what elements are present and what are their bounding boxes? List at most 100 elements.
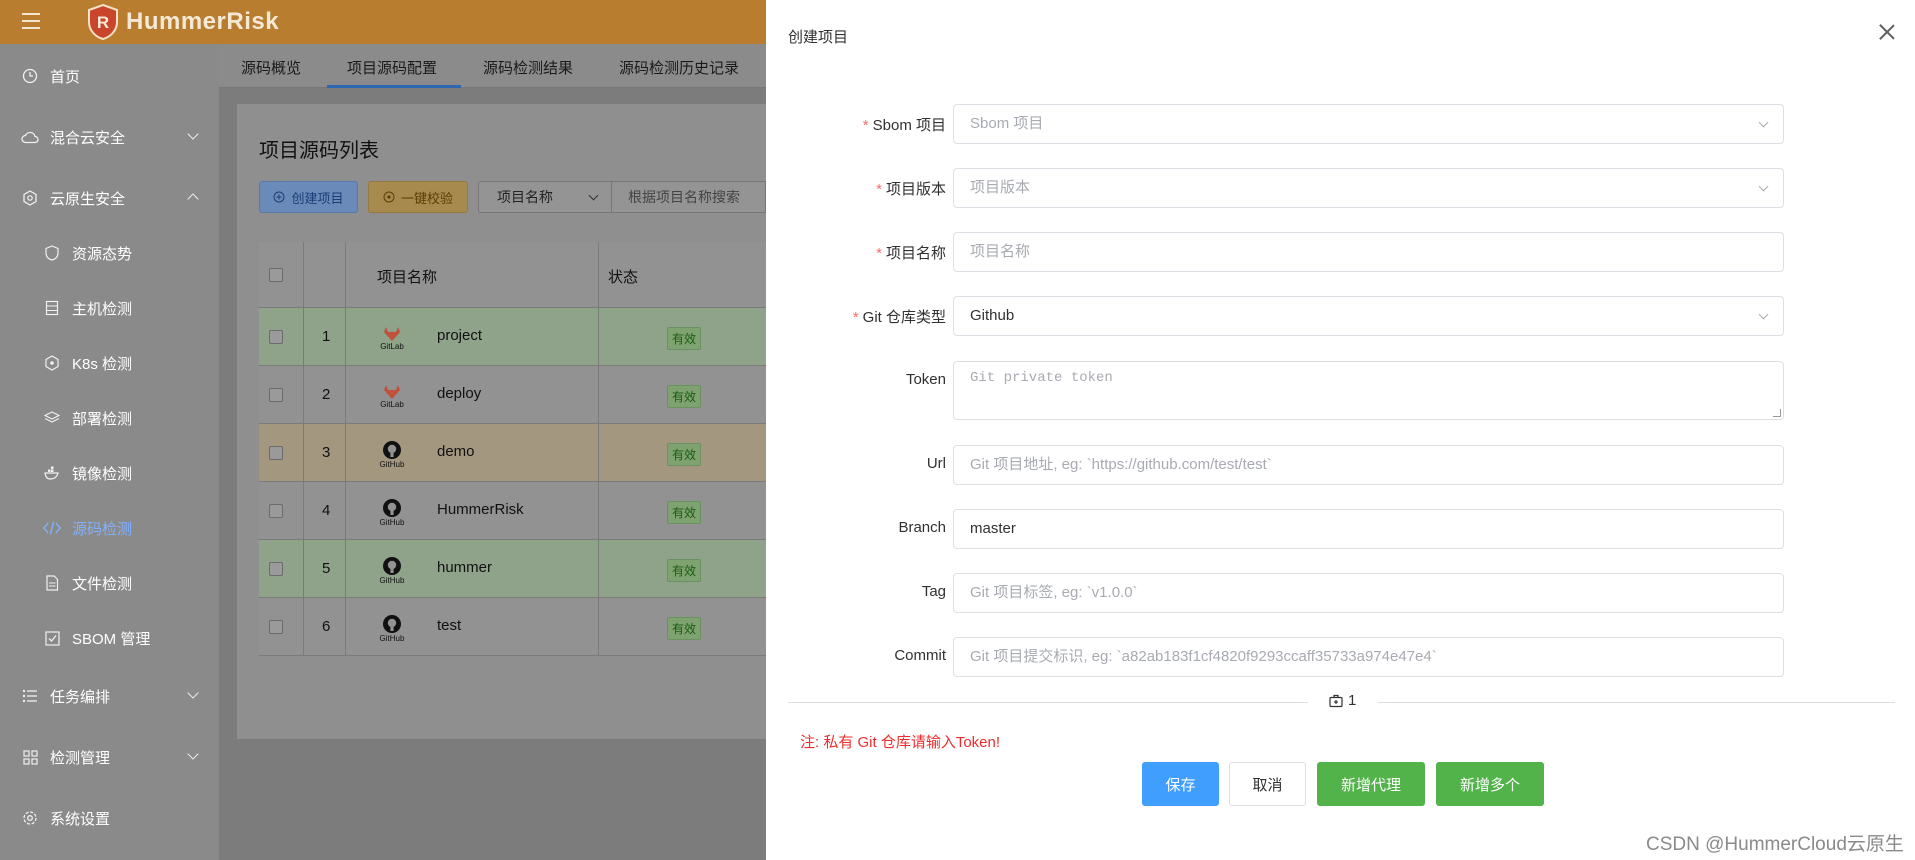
github-icon: GitHub: [376, 612, 408, 644]
sidebar-item-system-settings[interactable]: 系统设置: [0, 798, 219, 838]
tab-source-check-history[interactable]: 源码检测历史记录: [619, 57, 739, 78]
cancel-button[interactable]: 取消: [1229, 762, 1306, 806]
sidebar-item-hybrid-cloud[interactable]: 混合云安全: [0, 117, 219, 157]
sidebar-item-sbom[interactable]: SBOM 管理: [0, 618, 219, 658]
token-textarea[interactable]: Git private token: [953, 361, 1784, 420]
create-project-label: 创建项目: [291, 190, 344, 206]
tab-source-check-results[interactable]: 源码检测结果: [483, 57, 573, 78]
sidebar-item-file-check[interactable]: 文件检测: [0, 563, 219, 603]
row-checkbox[interactable]: [269, 388, 283, 402]
sidebar-item-source-check[interactable]: 源码检测: [0, 508, 219, 548]
sidebar-item-image-check[interactable]: 镜像检测: [0, 453, 219, 493]
table-row[interactable]: 6 GitHub test 有效: [259, 598, 766, 656]
row-index: 4: [322, 502, 331, 519]
column-divider: [303, 242, 304, 656]
row-project-name[interactable]: demo: [437, 443, 475, 460]
sidebar-item-cloud-native[interactable]: 云原生安全: [0, 178, 219, 218]
row-project-name[interactable]: HummerRisk: [437, 501, 524, 518]
tab-source-overview[interactable]: 源码概览: [241, 57, 301, 78]
github-icon: GitHub: [376, 496, 408, 528]
app-logo[interactable]: R HummerRisk: [86, 3, 279, 41]
row-checkbox[interactable]: [269, 446, 283, 460]
sidebar-item-task-orchestration[interactable]: 任务编排: [0, 676, 219, 716]
create-project-drawer: 创建项目 * Sbom 项目 Sbom 项目 * 项目版本 项目版本 * 项目名称 项…: [766, 0, 1915, 860]
chevron-down-icon: [1758, 117, 1769, 128]
status-badge: 有效: [667, 501, 702, 524]
sidebar-item-label: 云原生安全: [50, 190, 126, 208]
status-badge: 有效: [667, 327, 702, 350]
row-project-name[interactable]: hummer: [437, 559, 492, 576]
code-icon: [42, 518, 62, 538]
chevron-down-icon: [187, 128, 199, 140]
k8s-icon: [42, 353, 62, 373]
sidebar-item-k8s-check[interactable]: K8s 检测: [0, 343, 219, 383]
row-checkbox[interactable]: [269, 504, 283, 518]
close-icon[interactable]: [1876, 22, 1898, 44]
add-proxy-button[interactable]: 新增代理: [1317, 762, 1425, 806]
add-multiple-button[interactable]: 新增多个: [1436, 762, 1544, 806]
table-row[interactable]: 2 GitLab deploy 有效: [259, 366, 766, 424]
column-header-name: 项目名称: [377, 269, 438, 286]
row-project-name[interactable]: project: [437, 327, 482, 344]
create-project-button[interactable]: 创建项目: [259, 181, 358, 213]
project-version-label-text: 项目版本: [885, 181, 946, 198]
table-row[interactable]: 5 GitHub hummer 有效: [259, 540, 766, 598]
menu-toggle-icon[interactable]: [22, 13, 40, 29]
server-icon: [42, 298, 62, 318]
resize-handle-icon[interactable]: [1773, 409, 1781, 417]
filter-field-select[interactable]: 项目名称: [478, 181, 612, 213]
commit-input[interactable]: Git 项目提交标识, eg: `a82ab183f1cf4820f9293cc…: [953, 637, 1784, 677]
tab-project-source-config[interactable]: 项目源码配置: [347, 57, 437, 78]
project-name-label: * 项目名称: [766, 242, 946, 263]
row-source-label: GitLab: [380, 341, 404, 351]
sidebar-item-resource-posture[interactable]: 资源态势: [0, 233, 219, 273]
project-name-label-text: 项目名称: [885, 245, 946, 262]
sidebar-item-home[interactable]: 首页: [0, 56, 219, 96]
sbom-project-placeholder: Sbom 项目: [970, 115, 1044, 132]
private-repo-note: 注: 私有 Git 仓库请输入Token!: [800, 734, 1001, 751]
project-search-input[interactable]: 根据项目名称搜索: [612, 181, 766, 213]
sidebar-item-detection-management[interactable]: 检测管理: [0, 737, 219, 777]
list-icon: [20, 686, 40, 706]
row-index: 6: [322, 618, 331, 635]
table-row[interactable]: 3 GitHub demo 有效: [259, 424, 766, 482]
proxy-count-value: 1: [1348, 692, 1357, 709]
branch-value: master: [970, 520, 1016, 537]
row-project-name[interactable]: deploy: [437, 385, 481, 402]
table-row[interactable]: 4 GitHub HummerRisk 有效: [259, 482, 766, 540]
table-row[interactable]: 1 GitLab project 有效: [259, 308, 766, 366]
column-header-status[interactable]: 状态: [608, 266, 638, 287]
commit-placeholder: Git 项目提交标识, eg: `a82ab183f1cf4820f9293cc…: [970, 648, 1437, 665]
sidebar-item-label: K8s 检测: [72, 355, 133, 373]
column-divider: [598, 242, 599, 656]
sidebar-item-label: 部署检测: [72, 410, 133, 428]
sidebar-item-label: SBOM 管理: [72, 630, 151, 648]
proxy-counter: 1: [1329, 692, 1356, 709]
status-badge: 有效: [667, 385, 702, 408]
sbom-project-select[interactable]: Sbom 项目: [953, 104, 1784, 144]
git-repo-type-select[interactable]: Github: [953, 296, 1784, 336]
row-source-label: GitLab: [380, 399, 404, 409]
row-checkbox[interactable]: [269, 620, 283, 634]
row-checkbox[interactable]: [269, 330, 283, 344]
sidebar-item-host-check[interactable]: 主机检测: [0, 288, 219, 328]
required-asterisk: *: [876, 181, 882, 198]
gitlab-icon: GitLab: [376, 380, 408, 412]
chevron-down-icon: [187, 687, 199, 699]
project-version-label: * 项目版本: [766, 178, 946, 199]
sidebar-item-deploy-check[interactable]: 部署检测: [0, 398, 219, 438]
project-name-input[interactable]: 项目名称: [953, 232, 1784, 272]
project-version-select[interactable]: 项目版本: [953, 168, 1784, 208]
row-checkbox[interactable]: [269, 562, 283, 576]
filter-select-value: 项目名称: [497, 189, 553, 205]
clock-icon: [20, 66, 40, 86]
tag-input[interactable]: Git 项目标签, eg: `v1.0.0`: [953, 573, 1784, 613]
status-badge: 有效: [667, 559, 702, 582]
one-click-verify-button[interactable]: 一键校验: [368, 181, 468, 213]
save-button[interactable]: 保存: [1142, 762, 1219, 806]
project-list-card: 项目源码列表 创建项目 一键校验 项目名称 根据项目名称搜索 项目名称 状态 1…: [237, 104, 766, 739]
url-input[interactable]: Git 项目地址, eg: `https://github.com/test/t…: [953, 445, 1784, 485]
select-all-checkbox[interactable]: [269, 268, 283, 282]
row-project-name[interactable]: test: [437, 617, 461, 634]
branch-input[interactable]: master: [953, 509, 1784, 549]
